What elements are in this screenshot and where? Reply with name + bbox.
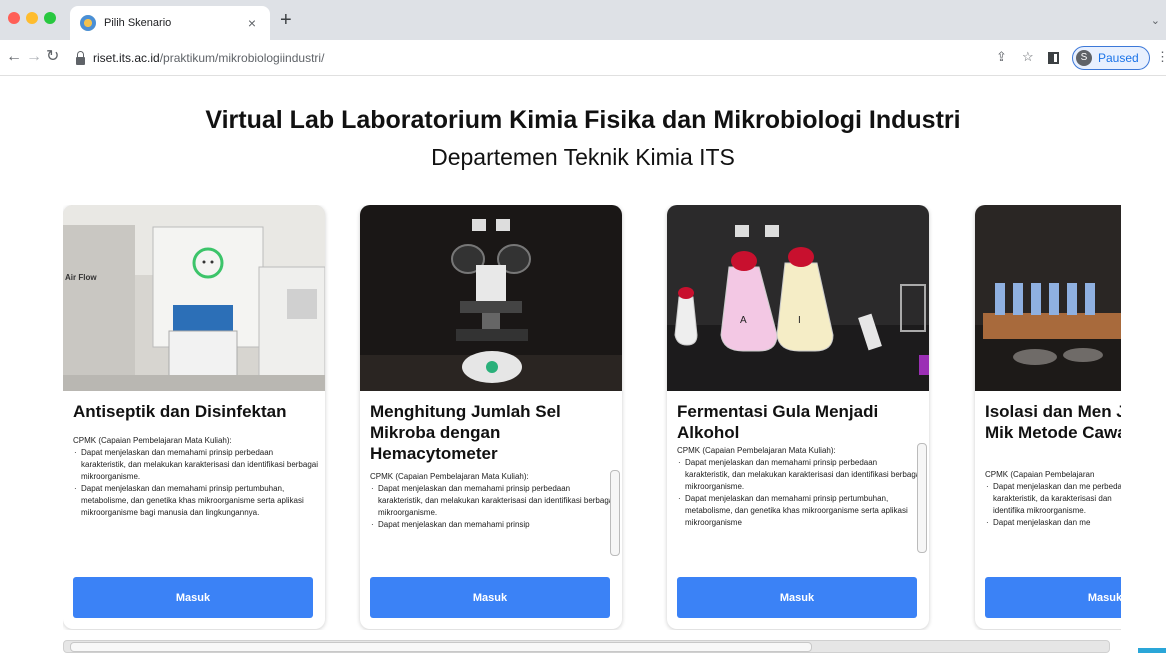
- bookmark-star-icon[interactable]: ☆: [1022, 49, 1034, 65]
- list-item: Dapat menjelaskan dan me: [985, 517, 1121, 529]
- browser-toolbar: ← → ↻ riset.its.ac.id/praktikum/mikrobio…: [0, 40, 1166, 76]
- scrollbar-thumb[interactable]: [70, 642, 812, 652]
- list-item: Dapat menjelaskan dan memahami prinsip p…: [73, 447, 318, 483]
- list-item: Dapat menjelaskan dan memahami prinsip p…: [370, 483, 615, 519]
- card-description: CPMK (Capaian Pembelajaran Mata Kuliah):…: [677, 445, 922, 529]
- test-tube-rack-image: [975, 205, 1121, 391]
- card-description: CPMK (Capaian Pembelajaran Mata Kuliah):…: [370, 471, 615, 531]
- card-title: Antiseptik dan Disinfektan: [73, 402, 287, 421]
- more-menu-icon[interactable]: ⋮: [1156, 49, 1166, 65]
- masuk-button[interactable]: Masuk: [73, 577, 313, 618]
- list-item: Dapat menjelaskan dan memahami prinsip p…: [73, 483, 318, 519]
- tab-title: Pilih Skenario: [104, 17, 172, 29]
- address-bar[interactable]: riset.its.ac.id/praktikum/mikrobiologiin…: [68, 45, 968, 71]
- profile-status-label: Paused: [1098, 51, 1139, 65]
- avatar: S: [1076, 50, 1092, 66]
- tab-search-icon[interactable]: ⌄: [1151, 14, 1160, 27]
- masuk-button[interactable]: Masuk: [370, 577, 610, 618]
- masuk-button[interactable]: Masuk: [985, 577, 1121, 618]
- cpmk-label: CPMK (Capaian Pembelajaran Mata Kuliah):: [677, 446, 836, 455]
- cpmk-label: CPMK (Capaian Pembelajaran Mata Kuliah):: [73, 436, 232, 445]
- description-scrollbar[interactable]: [917, 443, 927, 553]
- card-description: CPMK (Capaian Pembelajaran Mata Kuliah):…: [73, 435, 318, 519]
- scenario-carousel[interactable]: Air Flow Antiseptik dan Disinfektan CPMK…: [63, 205, 1121, 630]
- url-text: riset.its.ac.id/praktikum/mikrobiologiin…: [93, 51, 325, 65]
- share-icon[interactable]: ⇪: [996, 49, 1007, 65]
- browser-tab[interactable]: Pilih Skenario ×: [70, 6, 270, 40]
- biosafety-cabinet-image: Air Flow: [63, 205, 325, 391]
- new-tab-button[interactable]: +: [280, 10, 292, 30]
- browser-titlebar: Pilih Skenario × + ⌄: [0, 0, 1166, 40]
- card-description: CPMK (Capaian Pembelajaran Dapat menjela…: [985, 469, 1121, 529]
- card-title: Menghitung Jumlah Sel Mikroba dengan Hem…: [370, 402, 561, 463]
- forward-arrow-icon[interactable]: →: [26, 48, 42, 66]
- its-favicon-icon: [80, 15, 96, 31]
- masuk-button[interactable]: Masuk: [677, 577, 917, 618]
- card-title: Fermentasi Gula Menjadi Alkohol: [677, 402, 879, 442]
- minimize-window-button[interactable]: [26, 12, 38, 24]
- description-scrollbar[interactable]: [610, 470, 620, 556]
- svg-text:A: A: [740, 315, 747, 326]
- microscope-image: [360, 205, 622, 391]
- scenario-card-fermentasi: A I Fermentasi Gula Menjadi Alkohol CPMK…: [667, 205, 929, 629]
- lock-icon: [76, 51, 85, 65]
- svg-text:I: I: [798, 315, 801, 326]
- list-item: Dapat menjelaskan dan memahami prinsip p…: [677, 457, 922, 493]
- carousel-scrollbar[interactable]: [63, 640, 1110, 653]
- page-subtitle: Departemen Teknik Kimia ITS: [431, 144, 735, 170]
- corner-accent: [1138, 648, 1166, 653]
- maximize-window-button[interactable]: [44, 12, 56, 24]
- reload-icon[interactable]: ↻: [46, 48, 59, 66]
- svg-text:Air Flow: Air Flow: [65, 273, 97, 282]
- cpmk-label: CPMK (Capaian Pembelajaran: [985, 470, 1095, 479]
- tab-close-icon[interactable]: ×: [244, 15, 260, 31]
- list-item: Dapat menjelaskan dan memahami prinsip p…: [677, 493, 922, 529]
- list-item: Dapat menjelaskan dan memahami prinsip: [370, 519, 615, 531]
- back-arrow-icon[interactable]: ←: [6, 48, 22, 66]
- close-window-button[interactable]: [8, 12, 20, 24]
- list-item: Dapat menjelaskan dan me perbedaan karak…: [985, 481, 1121, 517]
- scenario-card-hemacytometer: Menghitung Jumlah Sel Mikroba dengan Hem…: [360, 205, 622, 629]
- page-title: Virtual Lab Laboratorium Kimia Fisika da…: [205, 106, 961, 134]
- flasks-image: A I: [667, 205, 929, 391]
- side-panel-icon[interactable]: [1048, 52, 1059, 64]
- card-title: Isolasi dan Men Jumlah Sel Mik Metode Ca…: [985, 402, 1121, 442]
- scenario-card-isolasi: Isolasi dan Men Jumlah Sel Mik Metode Ca…: [975, 205, 1121, 629]
- scenario-card-antiseptik: Air Flow Antiseptik dan Disinfektan CPMK…: [63, 205, 325, 629]
- cpmk-label: CPMK (Capaian Pembelajaran Mata Kuliah):: [370, 472, 529, 481]
- profile-button[interactable]: S Paused: [1072, 46, 1150, 70]
